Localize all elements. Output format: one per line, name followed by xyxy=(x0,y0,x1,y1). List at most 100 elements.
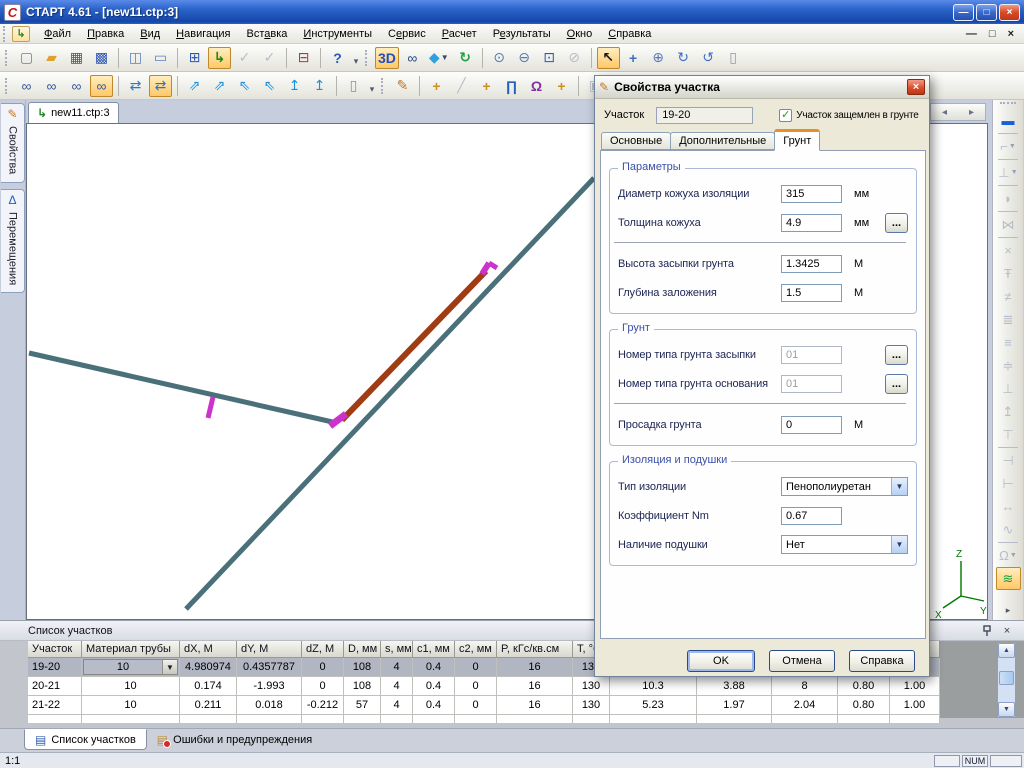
bottom-tab-sections[interactable]: ▤Список участков xyxy=(24,729,147,750)
cell[interactable] xyxy=(890,715,940,723)
cell[interactable] xyxy=(237,715,302,723)
close-button[interactable]: × xyxy=(999,4,1020,21)
cell[interactable] xyxy=(573,715,610,723)
insert-spring-support-button[interactable]: ↥ xyxy=(996,400,1021,423)
cell[interactable]: 10 xyxy=(82,696,180,715)
field-input[interactable]: 1.3425 xyxy=(781,255,842,273)
column-header-3[interactable]: dY, М xyxy=(237,641,302,658)
find-button[interactable]: ∞ xyxy=(401,47,424,69)
column-header-2[interactable]: dX, М xyxy=(180,641,237,658)
combo-dropdown-icon[interactable]: ▼ xyxy=(891,478,907,495)
help-button[interactable]: Справка xyxy=(849,650,915,672)
insert-pipe-button[interactable]: ▬ xyxy=(996,109,1021,132)
insert-tee-button[interactable]: ⊥▼ xyxy=(996,161,1021,184)
menu-item-расчет[interactable]: Расчет xyxy=(434,26,485,42)
cancel-button[interactable]: Отмена xyxy=(769,650,835,672)
clamped-in-ground-checkbox[interactable]: ✓ Участок защемлен в грунте xyxy=(779,109,918,122)
fitting-elbow-bottom[interactable] xyxy=(330,414,346,426)
cell[interactable]: 0.174 xyxy=(180,677,237,696)
rotate-nw-button[interactable]: ⇖ xyxy=(233,75,256,97)
table-row-20-21[interactable]: 20-21100.174-1.993010840.401613010.33.88… xyxy=(28,677,940,696)
split-node-button[interactable]: ╱ xyxy=(450,75,473,97)
add-node-button[interactable]: + xyxy=(425,75,448,97)
dialog-close-button[interactable]: × xyxy=(907,79,925,95)
node-query-button[interactable]: ∞ xyxy=(65,75,88,97)
row-id-cell[interactable]: 20-21 xyxy=(28,677,82,696)
rotate-ne-alt-button[interactable]: ⇗ xyxy=(208,75,231,97)
cell[interactable]: 0 xyxy=(302,658,344,677)
cell[interactable]: -0.212 xyxy=(302,696,344,715)
sheet-settings-button[interactable]: ▯ xyxy=(342,75,365,97)
cell[interactable]: 1.00 xyxy=(890,677,940,696)
menu-item-справка[interactable]: Справка xyxy=(600,26,659,42)
span-measure-button[interactable]: ⇄ xyxy=(124,75,147,97)
material-combo[interactable]: 10▼ xyxy=(83,659,178,675)
scroll-thumb[interactable] xyxy=(999,671,1014,685)
field-combo[interactable]: Нет▼ xyxy=(781,535,908,554)
insert-flex-button[interactable]: ∿ xyxy=(996,518,1021,541)
cell[interactable]: 0.4 xyxy=(413,677,455,696)
cell[interactable] xyxy=(344,715,381,723)
insert-cap-button[interactable]: ◗ xyxy=(996,187,1021,210)
tab-scroll-right-icon[interactable]: ▸ xyxy=(969,107,974,118)
context-help-button[interactable]: ? xyxy=(326,47,349,69)
cell[interactable] xyxy=(497,715,573,723)
tab-scroll-left-icon[interactable]: ◂ xyxy=(942,107,947,118)
fitting-top-a[interactable] xyxy=(482,263,489,274)
rotate-cw-button[interactable]: ↻ xyxy=(672,47,695,69)
ground-section-button[interactable]: ≋ xyxy=(996,567,1021,590)
rotate-up-button[interactable]: ↥ xyxy=(283,75,306,97)
column-header-6[interactable]: s, мм xyxy=(381,641,413,658)
check-model-button[interactable]: ✓ xyxy=(233,47,256,69)
save-button[interactable]: ▦ xyxy=(65,47,88,69)
cell[interactable]: 16 xyxy=(497,696,573,715)
scroll-up-icon[interactable]: ▲ xyxy=(998,643,1015,658)
insert-anchor-button[interactable]: Ŧ xyxy=(996,262,1021,285)
cell[interactable]: 0 xyxy=(302,677,344,696)
zoom-in-button[interactable]: ⊕ xyxy=(647,47,670,69)
menu-item-результаты[interactable]: Результаты xyxy=(485,26,559,42)
cell[interactable]: 10▼ xyxy=(82,658,180,677)
table-row-partial[interactable] xyxy=(28,715,940,723)
insert-rod-support-button[interactable]: ≡ xyxy=(996,331,1021,354)
toolbar-overflow-icon[interactable]: ▾ xyxy=(350,47,362,69)
rotate-ccw-button[interactable]: ↺ xyxy=(697,47,720,69)
menu-item-вставка[interactable]: Вставка xyxy=(239,26,296,42)
sidebar-tab-перемещения[interactable]: ΔПеремещения xyxy=(1,189,25,293)
cell[interactable]: 4 xyxy=(381,677,413,696)
rotate-up-alt-button[interactable]: ↥ xyxy=(308,75,331,97)
column-header-0[interactable]: Участок xyxy=(28,641,82,658)
combo-dropdown-icon[interactable]: ▼ xyxy=(891,536,907,553)
menu-item-сервис[interactable]: Сервис xyxy=(380,26,434,42)
mdi-minimize-icon[interactable]: — xyxy=(966,28,977,40)
mdi-close-icon[interactable]: × xyxy=(1008,28,1014,40)
browse-button[interactable]: ... xyxy=(885,345,908,365)
menu-item-правка[interactable]: Правка xyxy=(79,26,132,42)
rotate-ne-button[interactable]: ⇗ xyxy=(183,75,206,97)
zoom-window-button[interactable]: ⊙ xyxy=(488,47,511,69)
insert-guide-support-button[interactable]: ≣ xyxy=(996,308,1021,331)
cell[interactable]: 130 xyxy=(573,696,610,715)
insert-cross-button[interactable]: × xyxy=(996,239,1021,262)
menu-item-файл[interactable]: Файл xyxy=(36,26,79,42)
view-cube-button[interactable]: ◆▼ xyxy=(426,47,452,69)
3d-view-button[interactable]: 3D xyxy=(375,47,399,69)
cell[interactable]: 1.00 xyxy=(890,696,940,715)
field-input[interactable]: 1.5 xyxy=(781,284,842,302)
cell[interactable]: 4 xyxy=(381,696,413,715)
row-id-cell[interactable]: 21-22 xyxy=(28,696,82,715)
cell[interactable]: 0.018 xyxy=(237,696,302,715)
field-input[interactable]: 01 xyxy=(781,346,842,364)
column-header-5[interactable]: D, мм xyxy=(344,641,381,658)
dialog-tab-грунт[interactable]: Грунт xyxy=(774,129,820,151)
insert-valve-button[interactable]: ⋈ xyxy=(996,213,1021,236)
insert-hanger-button[interactable]: ⊤ xyxy=(996,423,1021,446)
dialog-tab-дополнительные[interactable]: Дополнительные xyxy=(670,132,775,150)
add-query-node-button[interactable]: + xyxy=(550,75,573,97)
insert-elbow-button[interactable]: ⌐▼ xyxy=(996,135,1021,158)
panel-close-icon[interactable]: × xyxy=(1000,624,1014,638)
cell[interactable]: 0.80 xyxy=(838,696,890,715)
zoom-out-button[interactable]: ⊖ xyxy=(513,47,536,69)
field-combo[interactable]: Пенополиуретан▼ xyxy=(781,477,908,496)
cell[interactable]: 10.3 xyxy=(610,677,697,696)
